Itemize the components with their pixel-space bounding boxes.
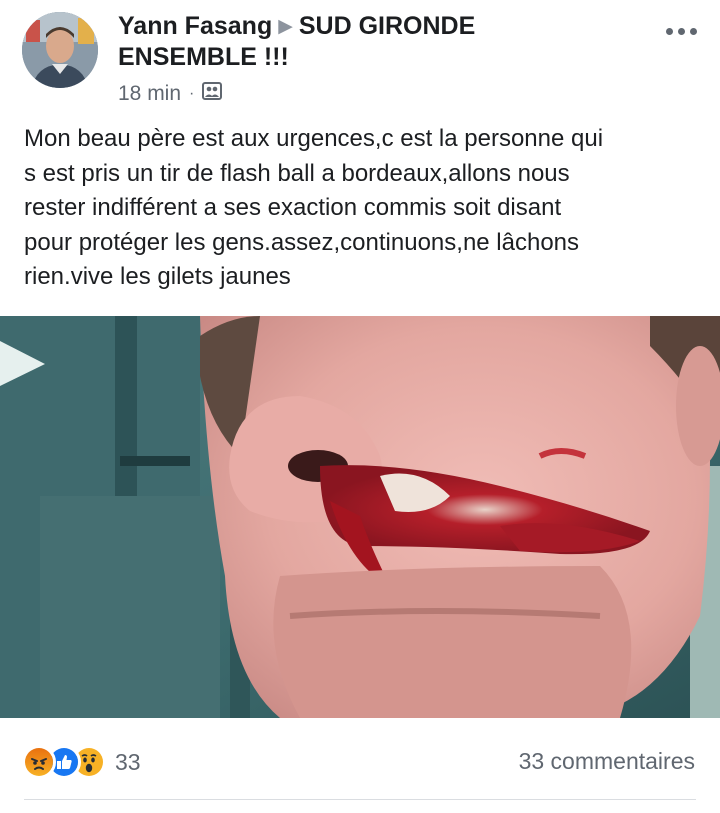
more-options-icon[interactable] [655, 16, 707, 46]
footer-divider [24, 799, 696, 800]
comments-count-link[interactable]: 33 commentaires [519, 748, 695, 775]
avatar-image [22, 12, 98, 88]
post-header: Yann Fasang ▶ SUD GIRONDE ENSEMBLE !!! 18 … [0, 0, 720, 112]
post-timestamp[interactable]: 18 min [118, 82, 181, 106]
post-image [0, 316, 720, 718]
reaction-count: 33 [115, 748, 141, 775]
author-name[interactable]: Yann Fasang [118, 12, 272, 40]
shared-to-arrow-icon: ▶ [278, 16, 293, 37]
group-audience-icon [202, 81, 223, 107]
separator-dot: · [189, 85, 195, 102]
post-body-text: Mon beau père est aux urgences,c est la … [24, 125, 604, 290]
reactions-summary[interactable]: 33 [22, 745, 141, 779]
post-photo[interactable] [0, 316, 720, 718]
group-name[interactable]: SUD GIRONDE [299, 12, 475, 40]
angry-reaction-icon [22, 745, 56, 779]
author-avatar[interactable] [22, 12, 98, 88]
group-name-continued[interactable]: ENSEMBLE !!! [118, 42, 638, 73]
post-footer: 33 33 commentaires [0, 719, 720, 813]
